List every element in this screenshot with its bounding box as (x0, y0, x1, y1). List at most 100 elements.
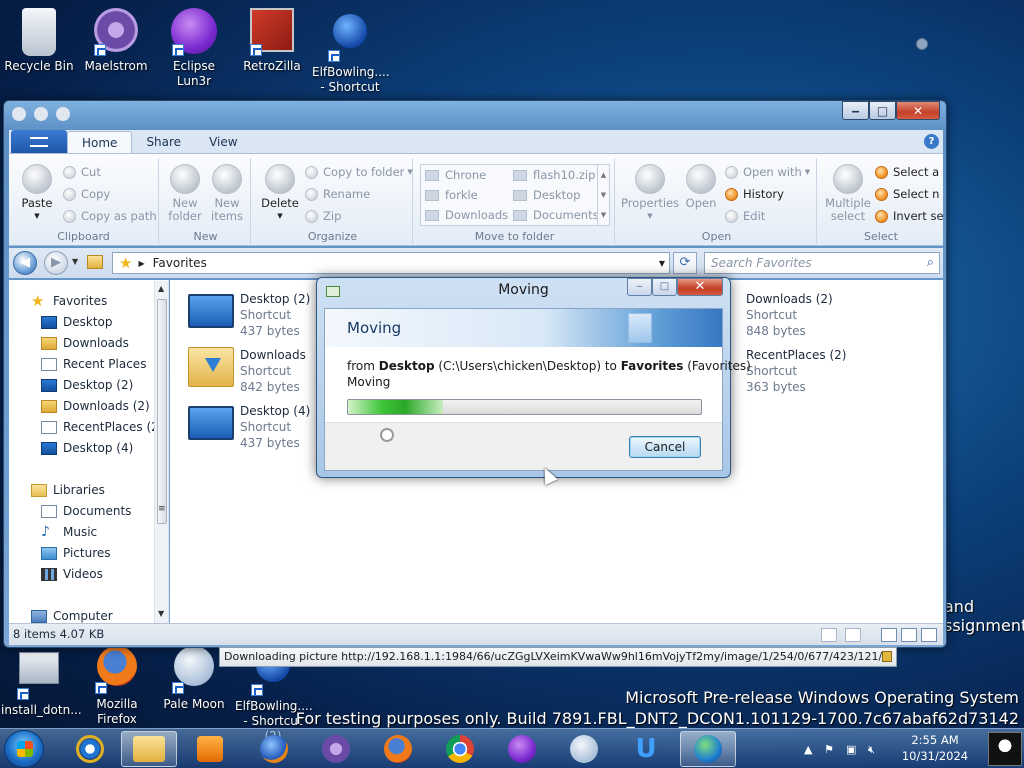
delete-button[interactable]: Delete ▼ (259, 164, 301, 223)
desktop-icon-installer[interactable]: install_dotn... (1, 642, 82, 718)
nav-desktop-4[interactable]: Desktop (4) (41, 441, 133, 455)
copy-button[interactable]: Copy (63, 187, 110, 201)
tab-view[interactable]: View (195, 131, 251, 153)
nav-libraries[interactable]: Libraries (31, 483, 105, 497)
history-button[interactable]: History (725, 187, 784, 201)
tab-share[interactable]: Share (132, 131, 195, 153)
taskbar-firefox[interactable] (370, 731, 426, 767)
nav-desktop-2[interactable]: Desktop (2) (41, 378, 133, 392)
move-to-gallery[interactable]: Chrone flash10.zip forkle Desktop Downlo… (420, 164, 610, 226)
taskbar-maelstrom[interactable] (308, 731, 364, 767)
nav-recentplaces-2[interactable]: RecentPlaces (2) (41, 420, 163, 434)
clock[interactable]: 2:55 AM 10/31/2024 (898, 732, 972, 764)
taskbar-media-player[interactable] (182, 731, 238, 767)
taskbar-eclipse[interactable] (494, 731, 550, 767)
details-view-icon[interactable] (821, 628, 837, 642)
move-item-documents[interactable]: Documents (513, 208, 599, 222)
file-item[interactable]: Desktop (2) Shortcut 437 bytes (188, 291, 310, 339)
tab-home[interactable]: Home (67, 131, 133, 153)
navigation-pane[interactable]: ★ Favorites Desktop Downloads Recent Plac… (9, 280, 169, 623)
nav-documents[interactable]: Documents (41, 504, 131, 518)
close-button[interactable]: ✕ (896, 101, 940, 120)
rename-button[interactable]: Rename (305, 187, 370, 201)
nav-downloads-2[interactable]: Downloads (2) (41, 399, 150, 413)
paste-button[interactable]: Paste ▼ (17, 164, 57, 223)
action-center-flag-icon[interactable]: ⚑ (824, 743, 834, 756)
refresh-button[interactable]: ⟳ (673, 252, 697, 274)
desktop-icon-elfbowling[interactable]: ElfBowling.... - Shortcut (312, 8, 390, 95)
moving-dialog[interactable]: Moving ‒ □ ✕ Moving from Desktop (C:\Use… (316, 277, 751, 478)
minimize-button[interactable]: ‒ (842, 101, 869, 120)
file-item[interactable]: Downloads (2) Shortcut 848 bytes (746, 291, 833, 339)
move-item-downloads[interactable]: Downloads (425, 208, 508, 222)
taskbar-globe[interactable] (680, 731, 736, 767)
show-hidden-icons[interactable]: ▲ (804, 743, 812, 756)
scroll-thumb[interactable] (157, 299, 167, 524)
file-menu-button[interactable] (11, 130, 67, 153)
desktop-icon-retrozilla[interactable]: RetroZilla (234, 8, 310, 74)
help-icon[interactable]: ? (924, 134, 939, 149)
dialog-minimize-button[interactable]: ‒ (627, 278, 652, 296)
details-pane-icon[interactable] (901, 628, 917, 642)
nav-music[interactable]: ♪ Music (41, 525, 97, 540)
invert-selection-button[interactable]: Invert se (875, 209, 944, 223)
scroll-up-icon[interactable]: ▲ (158, 284, 164, 293)
search-input[interactable]: Search Favorites ⌕ (704, 252, 940, 274)
maximize-button[interactable]: □ (869, 101, 896, 120)
navigation-pane-toggle-icon[interactable] (921, 628, 937, 642)
taskbar-app-u[interactable]: U (618, 731, 674, 767)
select-none-button[interactable]: Select n (875, 187, 939, 201)
open-with-button[interactable]: Open with ▼ (725, 165, 810, 179)
properties-button[interactable]: Properties ▼ (621, 164, 679, 223)
dialog-maximize-button[interactable]: □ (652, 278, 677, 296)
nav-recent-places[interactable]: Recent Places (41, 357, 146, 371)
new-folder-button[interactable]: New folder (165, 164, 205, 223)
taskbar-pale-moon[interactable] (556, 731, 612, 767)
copy-path-button[interactable]: Copy as path (63, 209, 157, 223)
file-item[interactable]: Downloads Shortcut 842 bytes (188, 347, 306, 395)
address-box[interactable]: ★ ▶ Favorites ▼ (112, 252, 670, 274)
nav-videos[interactable]: Videos (41, 567, 103, 581)
up-folder-icon[interactable] (87, 255, 103, 269)
multiple-select-button[interactable]: Multiple select (823, 164, 873, 223)
address-dropdown-icon[interactable]: ▼ (659, 259, 665, 268)
move-item-chrone[interactable]: Chrone (425, 168, 486, 182)
nav-scrollbar[interactable]: ▲ ≡ ▼ (154, 281, 168, 623)
nav-downloads[interactable]: Downloads (41, 336, 129, 350)
recent-locations-icon[interactable]: ▼ (72, 257, 78, 266)
desktop-icon-recycle-bin[interactable]: Recycle Bin (1, 8, 77, 74)
dialog-close-button[interactable]: ✕ (677, 278, 723, 296)
desktop-icon-eclipse[interactable]: Eclipse Lun3r (156, 8, 232, 89)
taskbar-explorer[interactable] (121, 731, 177, 767)
nav-computer[interactable]: Computer (31, 609, 113, 623)
preview-pane-icon[interactable] (881, 628, 897, 642)
move-item-desktop[interactable]: Desktop (513, 188, 580, 202)
cut-button[interactable]: Cut (63, 165, 101, 179)
zip-button[interactable]: Zip (305, 209, 341, 223)
copy-to-folder-button[interactable]: Copy to folder ▼ (305, 165, 413, 179)
file-item[interactable]: Desktop (4) Shortcut 437 bytes (188, 403, 310, 451)
thumbnail-view-icon[interactable] (845, 628, 861, 642)
cancel-button[interactable]: Cancel (629, 436, 701, 458)
quick-access-toolbar[interactable] (12, 107, 102, 123)
desktop-icon-firefox[interactable]: Mozilla Firefox (79, 642, 155, 727)
move-item-flash10[interactable]: flash10.zip (513, 168, 595, 182)
open-button[interactable]: Open (683, 164, 719, 210)
volume-muted-icon[interactable]: 🔇︎ (868, 743, 875, 757)
nav-pictures[interactable]: Pictures (41, 546, 111, 560)
gallery-scroll[interactable]: ▲ ▼ ▼ (597, 165, 609, 225)
user-avatar[interactable] (988, 732, 1022, 766)
start-button[interactable] (4, 730, 44, 768)
taskbar-browser[interactable] (246, 731, 302, 767)
select-all-button[interactable]: Select a (875, 165, 939, 179)
nav-desktop[interactable]: Desktop (41, 315, 113, 329)
new-items-button[interactable]: New items (207, 164, 247, 223)
network-icon[interactable]: ▣ (846, 743, 856, 756)
scroll-down-icon[interactable]: ▼ (158, 609, 164, 618)
forward-button[interactable]: ▶ (44, 251, 68, 275)
taskbar-chrome[interactable] (432, 731, 488, 767)
nav-favorites[interactable]: ★ Favorites (31, 293, 107, 308)
taskbar-ie[interactable] (62, 731, 118, 767)
move-item-forkle[interactable]: forkle (425, 188, 478, 202)
desktop-icon-maelstrom[interactable]: Maelstrom (78, 8, 154, 74)
